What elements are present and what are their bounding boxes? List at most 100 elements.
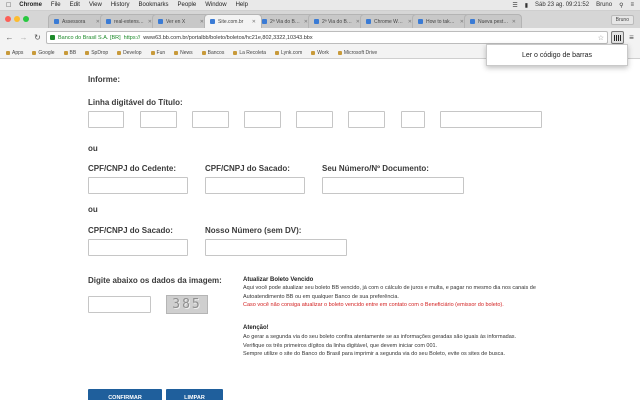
nosso-numero-input[interactable]	[205, 239, 347, 256]
bookmark-item[interactable]: Work	[311, 50, 329, 56]
linha-digitavel-field-4[interactable]	[244, 111, 281, 128]
menu-edit[interactable]: Edit	[70, 2, 80, 8]
tab-favicon-icon	[210, 19, 215, 24]
menu-bookmarks[interactable]: Bookmarks	[139, 2, 169, 8]
url-text[interactable]: www63.bb.com.br/portalbb/boleto/boletos/…	[143, 35, 312, 41]
tab-title: 2ª Via do Boleto	[322, 18, 353, 25]
linha-digitavel-field-7[interactable]	[401, 111, 425, 128]
info-paragraph-atencao: Ao gerar a segunda via do seu boleto con…	[243, 333, 553, 359]
ou-separator-2: ou	[88, 205, 98, 214]
menu-help[interactable]: Help	[236, 2, 248, 8]
tab-favicon-icon	[158, 19, 163, 24]
linha-digitavel-field-6[interactable]	[348, 111, 385, 128]
menu-file[interactable]: File	[51, 2, 61, 8]
bookmark-item[interactable]: Microsoft Drive	[337, 50, 377, 56]
browser-tab[interactable]: Ver en X ✕	[152, 14, 210, 28]
menubar-clock[interactable]: Sáb 23 ag. 09:21:52	[535, 2, 589, 8]
reload-icon[interactable]: ↻	[32, 32, 43, 43]
tab-title: Chrome Web Store	[374, 18, 405, 25]
bookmark-item[interactable]: Google	[32, 49, 55, 56]
bookmark-item[interactable]: Apps	[6, 50, 23, 56]
linha-digitavel-field-3[interactable]	[192, 111, 229, 128]
clear-button[interactable]: LIMPAR	[166, 389, 223, 400]
bookmark-label: Fun	[156, 49, 166, 56]
macos-menu-bar:  Chrome File Edit View History Bookmark…	[0, 0, 640, 11]
menu-window[interactable]: Window	[205, 2, 226, 8]
bookmark-label: Google	[38, 49, 55, 56]
battery-icon[interactable]: ▮	[525, 2, 528, 9]
browser-tab[interactable]: Nueva pestaña ✕	[464, 14, 522, 28]
close-window-button[interactable]	[5, 16, 11, 22]
linha-digitavel-label: Linha digitável do Título:	[88, 98, 183, 107]
seu-numero-input[interactable]	[322, 177, 464, 194]
wifi-icon[interactable]: ☰	[512, 2, 517, 9]
tab-close-icon[interactable]: ✕	[512, 19, 516, 25]
tab-close-icon[interactable]: ✕	[252, 19, 256, 25]
extension-popup[interactable]: Ler o código de barras	[486, 44, 628, 66]
address-bar[interactable]: Banco do Brasil S.A. [BR] https:// www63…	[46, 31, 608, 44]
bookmark-item[interactable]: Lynk.com	[275, 50, 302, 56]
spotlight-search-icon[interactable]: ⚲	[619, 2, 623, 9]
browser-tab[interactable]: Chrome Web Store✕	[360, 14, 418, 28]
tab-favicon-icon	[262, 19, 267, 24]
read-barcode-action[interactable]: Ler o código de barras	[522, 52, 592, 59]
menu-history[interactable]: History	[111, 2, 130, 8]
captcha-prompt: Digite abaixo os dados da imagem:	[88, 276, 222, 285]
tab-title: Site.com.br	[218, 18, 244, 25]
bookmark-item[interactable]: BB	[63, 49, 77, 56]
tab-favicon-icon	[54, 19, 59, 24]
bookmark-folder-icon	[201, 50, 206, 55]
browser-tab[interactable]: real-extension ✕	[100, 14, 158, 28]
back-arrow-icon[interactable]: ←	[4, 32, 15, 43]
cpf-sacado-input[interactable]	[205, 177, 305, 194]
bookmark-item[interactable]: SpDrop	[85, 50, 108, 56]
captcha-input[interactable]	[88, 296, 151, 313]
linha-digitavel-field-1[interactable]	[88, 111, 124, 128]
barcode-extension-button[interactable]	[611, 31, 624, 44]
chrome-menu-icon[interactable]: ≡	[627, 33, 636, 42]
browser-tab[interactable]: 2ª Via do Boleto✕	[308, 14, 366, 28]
tab-strip: Assessora ✕ real-extension ✕ Ver en X ✕ Site.c…	[0, 11, 640, 28]
bookmark-item[interactable]: La Recoleta	[233, 50, 266, 56]
bookmark-item[interactable]: News	[174, 50, 193, 56]
info-warning-link[interactable]: Caso você não consiga atualizar o boleto…	[243, 302, 504, 308]
secure-lock-icon[interactable]	[50, 35, 55, 40]
zoom-window-button[interactable]	[23, 16, 29, 22]
menubar-status-area: ☰ ▮ Sáb 23 ag. 09:21:52 Bruno ⚲ ≡	[512, 2, 640, 9]
apple-icon[interactable]: 	[6, 2, 11, 9]
cpf-sacado-2-label: CPF/CNPJ do Sacado:	[88, 226, 173, 235]
bookmark-item[interactable]: Bancos	[201, 50, 224, 56]
linha-digitavel-field-5[interactable]	[296, 111, 333, 128]
forward-arrow-icon[interactable]: →	[18, 32, 29, 43]
menubar-user[interactable]: Bruno	[596, 2, 612, 8]
tab-title: Ver en X	[166, 18, 186, 25]
menu-people[interactable]: People	[178, 2, 197, 8]
ev-certificate-label[interactable]: Banco do Brasil S.A. [BR]	[58, 35, 121, 41]
browser-tab[interactable]: How to take a screenshot✕	[412, 14, 470, 28]
ou-separator-1: ou	[88, 144, 98, 153]
browser-tab[interactable]: Assessora ✕	[48, 14, 106, 28]
confirm-button[interactable]: CONFIRMAR	[88, 389, 162, 400]
page-content: Informe: Linha digitável do Título: ou C…	[0, 60, 640, 400]
menu-view[interactable]: View	[89, 2, 102, 8]
cpf-sacado-label: CPF/CNPJ do Sacado:	[205, 164, 290, 173]
bookmark-label: Develop	[123, 49, 142, 56]
linha-digitavel-field-2[interactable]	[140, 111, 177, 128]
bookmark-label: SpDrop	[91, 49, 109, 56]
browser-tab[interactable]: 2ª Via do Boleto✕	[256, 14, 314, 28]
menu-app-name[interactable]: Chrome	[19, 2, 42, 8]
minimize-window-button[interactable]	[14, 16, 20, 22]
notification-center-icon[interactable]: ≡	[630, 2, 634, 8]
profile-button[interactable]: Bruno	[610, 15, 634, 25]
linha-digitavel-field-8[interactable]	[440, 111, 542, 128]
cpf-sacado-2-input[interactable]	[88, 239, 188, 256]
tab-title: real-extension	[114, 18, 145, 25]
bookmark-item[interactable]: Develop	[117, 49, 142, 56]
bookmark-star-icon[interactable]: ☆	[598, 34, 604, 42]
browser-tab[interactable]: Site.com.br ✕	[204, 14, 262, 28]
bookmark-label: La Recoleta	[239, 49, 267, 56]
bookmark-item[interactable]: Fun	[150, 49, 166, 56]
cpf-cedente-input[interactable]	[88, 177, 188, 194]
informe-label: Informe:	[88, 75, 120, 84]
bookmark-label: BB	[69, 49, 77, 56]
